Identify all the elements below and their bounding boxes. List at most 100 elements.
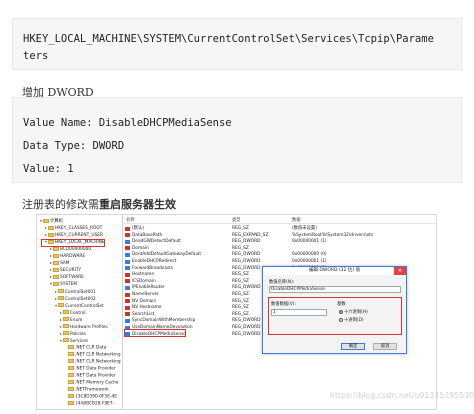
folder-icon: [63, 338, 69, 343]
tree-item[interactable]: ▸ BCD00000000: [50, 246, 91, 252]
radio-decimal[interactable]: 十进制(D): [339, 317, 364, 323]
binary-value-icon: [125, 252, 130, 257]
folder-icon: [53, 246, 59, 251]
tree-item[interactable]: .NET CLR Data: [65, 344, 106, 350]
header-data: 数据: [292, 218, 301, 223]
data-type-line: Data Type: DWORD: [23, 140, 125, 152]
tree-item[interactable]: ▸ Control: [60, 310, 86, 316]
tree-item[interactable]: ▾ CurrentControlSet: [55, 303, 104, 309]
folder-icon: [58, 296, 64, 301]
tree-item[interactable]: ▸ SOFTWARE: [50, 274, 84, 280]
folder-icon: [68, 366, 74, 371]
folder-icon: [53, 253, 59, 258]
folder-icon: [68, 387, 74, 392]
tree-item[interactable]: .NET Data Provider: [65, 373, 116, 379]
tree-item[interactable]: {3C8D390-0F5E-4E: [65, 394, 117, 400]
folder-icon: [68, 344, 74, 349]
binary-value-icon: [125, 259, 130, 264]
folder-icon: [63, 324, 69, 329]
tree-item[interactable]: ▾ Services: [60, 338, 88, 344]
tree-item-label: {4A6BCB28-F9E7-: [75, 401, 115, 407]
tree-item[interactable]: ▾ SYSTEM: [50, 281, 77, 287]
value-name-line: Value Name: DisableDHCPMediaSense: [23, 117, 232, 129]
folder-icon: [68, 401, 74, 406]
radio-dec-label: 十进制(D): [344, 318, 364, 323]
value-data-field[interactable]: 1: [271, 309, 327, 316]
registry-path-line-1: HKEY_LOCAL_MACHINE\SYSTEM\CurrentControl…: [23, 33, 434, 45]
folder-icon: [68, 394, 74, 399]
tree-item-label: Hardware Profiles: [70, 324, 108, 330]
folder-icon: [63, 317, 69, 322]
header-type: 类型: [232, 218, 241, 223]
tree-item[interactable]: ▸ SAM: [50, 260, 69, 266]
watermark: https://blog.csdn.net/u013352955305: [330, 391, 474, 400]
tree-item-label: HARDWARE: [60, 254, 86, 260]
tree-item[interactable]: .NET CLR Networking: [65, 359, 121, 365]
binary-value-icon: [125, 266, 130, 271]
tree-item[interactable]: ▸ SECURITY: [50, 267, 81, 273]
values-highlight-box: [124, 329, 186, 337]
folder-icon: [68, 359, 74, 363]
folder-icon: [53, 260, 59, 265]
tree-item-label: .NET Memory Cache: [75, 380, 119, 386]
tree-item-label: SAM: [60, 261, 70, 267]
tree-item-label: .NET CLR Networking: [75, 359, 121, 365]
tree-highlight-box: [41, 239, 105, 247]
value-name-label: 数值名称(N):: [269, 280, 295, 285]
base-label: 基数: [337, 302, 346, 307]
tree-item-label: BCD00000000: [60, 247, 92, 253]
folder-icon: [48, 232, 54, 237]
edit-dword-dialog: 编辑 DWORD (32 位) 值 ✕ 数值名称(N): DisableDHCP…: [262, 266, 407, 354]
tree-item[interactable]: ▸ HARDWARE: [50, 253, 85, 259]
dialog-close-button[interactable]: ✕: [394, 267, 406, 275]
string-value-icon: [125, 305, 130, 310]
radio-dec-indicator: [339, 317, 343, 322]
tree-item[interactable]: ▸ ControlSet002: [55, 296, 96, 302]
binary-value-icon: [125, 285, 130, 290]
value-name-field[interactable]: DisableDHCPMediaSense: [269, 286, 401, 293]
tree-item[interactable]: ▾ 计算机: [40, 218, 63, 224]
tree-item[interactable]: .NET Data Provider: [65, 366, 116, 372]
string-value-icon: [125, 299, 130, 304]
folder-icon: [43, 218, 49, 223]
radio-hex-label: 十六进制(H): [344, 310, 368, 315]
tree-item[interactable]: ▸ HKEY_CURRENT_USER: [45, 232, 103, 238]
cancel-button[interactable]: 取消: [373, 343, 397, 350]
value-data-label: 数值数据(V):: [271, 302, 296, 307]
folder-icon: [53, 274, 59, 279]
tree-item[interactable]: .NET Memory Cache: [65, 380, 119, 386]
folder-icon: [53, 267, 59, 272]
tree-item[interactable]: ▸ Hardware Profiles: [60, 324, 108, 330]
string-value-icon: [125, 246, 130, 251]
tree-item-label: .NET Data Provider: [75, 366, 116, 372]
value-type: REG_DWORD: [232, 331, 261, 337]
string-value-icon: [125, 279, 130, 284]
tree-item-label: SOFTWARE: [60, 275, 84, 281]
folder-icon: [63, 331, 69, 336]
tree-item-label: HKEY_CURRENT_USER: [55, 233, 103, 239]
tree-item-label: Enum: [70, 317, 83, 323]
folder-icon: [68, 373, 74, 378]
tree-item-label: .NET CLR Networking: [75, 352, 121, 358]
value-line: Value: 1: [23, 163, 74, 175]
heading-restart-prefix: 注册表的修改需: [22, 198, 99, 211]
folder-icon: [58, 289, 64, 293]
header-name: 名称: [126, 218, 135, 223]
folder-icon: [48, 225, 54, 230]
radio-hexadecimal[interactable]: 十六进制(H): [339, 309, 368, 315]
tree-item-label: HKEY_CLASSES_ROOT: [55, 226, 103, 232]
tree-item[interactable]: ▸ ControlSet001: [55, 289, 96, 295]
tree-item-label: CurrentControlSet: [65, 303, 104, 309]
tree-item[interactable]: ▸ Enum: [60, 317, 82, 323]
ok-button[interactable]: 确定: [341, 343, 365, 350]
tree-item[interactable]: {4A6BCB28-F9E7-: [65, 401, 114, 407]
tree-item[interactable]: .NET CLR Networking: [65, 351, 121, 358]
tree-item-label: 计算机: [50, 219, 63, 224]
tree-item[interactable]: ▸ Policies: [60, 331, 86, 337]
string-value-icon: [125, 233, 130, 238]
folder-icon: [58, 303, 64, 308]
tree-item[interactable]: .NETFramework: [65, 387, 109, 393]
tree-item-label: Services: [70, 338, 89, 344]
registry-path-code-block: HKEY_LOCAL_MACHINE\SYSTEM\CurrentControl…: [12, 18, 462, 70]
tree-item[interactable]: ▸ HKEY_CLASSES_ROOT: [45, 225, 102, 231]
